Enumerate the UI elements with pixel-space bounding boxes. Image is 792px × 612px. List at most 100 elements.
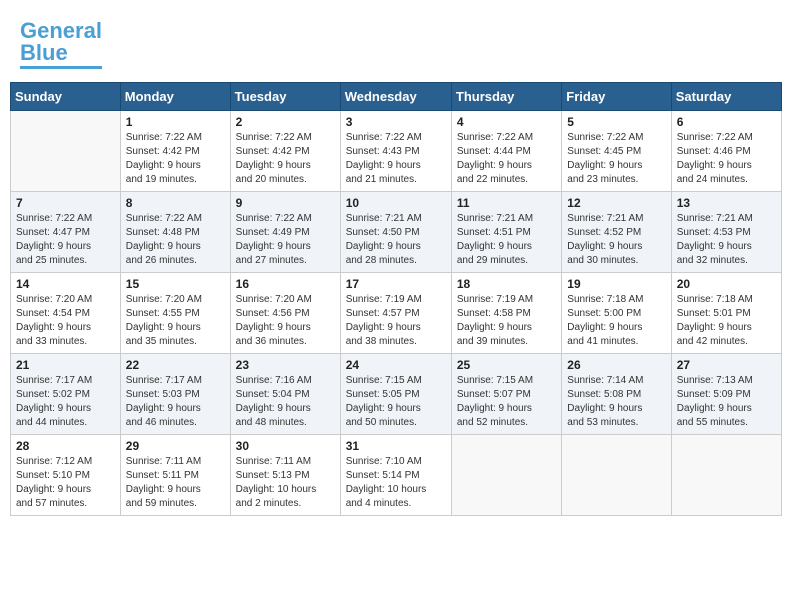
day-info: Sunrise: 7:22 AM Sunset: 4:46 PM Dayligh… [677,131,776,187]
day-info: Sunrise: 7:22 AM Sunset: 4:44 PM Dayligh… [457,131,556,187]
day-number: 27 [677,358,776,372]
day-info: Sunrise: 7:18 AM Sunset: 5:01 PM Dayligh… [677,293,776,349]
day-number: 8 [126,196,225,210]
calendar-cell: 23 Sunrise: 7:16 AM Sunset: 5:04 PM Dayli… [230,354,340,435]
day-info: Sunrise: 7:17 AM Sunset: 5:03 PM Dayligh… [126,374,225,430]
calendar-cell: 4 Sunrise: 7:22 AM Sunset: 4:44 PM Daylig… [451,111,561,192]
day-number: 11 [457,196,556,210]
day-info: Sunrise: 7:22 AM Sunset: 4:47 PM Dayligh… [16,212,115,268]
calendar-cell: 20 Sunrise: 7:18 AM Sunset: 5:01 PM Dayli… [671,273,781,354]
day-number: 21 [16,358,115,372]
day-number: 30 [236,439,335,453]
day-number: 15 [126,277,225,291]
day-info: Sunrise: 7:11 AM Sunset: 5:13 PM Dayligh… [236,455,335,511]
day-info: Sunrise: 7:13 AM Sunset: 5:09 PM Dayligh… [677,374,776,430]
day-info: Sunrise: 7:16 AM Sunset: 5:04 PM Dayligh… [236,374,335,430]
calendar-cell: 6 Sunrise: 7:22 AM Sunset: 4:46 PM Daylig… [671,111,781,192]
calendar-cell: 29Sunrise: 7:11 AM Sunset: 5:11 PM Dayli… [120,435,230,516]
day-info: Sunrise: 7:21 AM Sunset: 4:50 PM Dayligh… [346,212,446,268]
calendar-cell: 13 Sunrise: 7:21 AM Sunset: 4:53 PM Dayli… [671,192,781,273]
calendar-cell: 25Sunrise: 7:15 AM Sunset: 5:07 PM Dayli… [451,354,561,435]
calendar-cell: 1Sunrise: 7:22 AM Sunset: 4:42 PM Daylig… [120,111,230,192]
calendar-cell: 17 Sunrise: 7:19 AM Sunset: 4:57 PM Dayli… [340,273,451,354]
day-number: 2 [236,115,335,129]
day-number: 20 [677,277,776,291]
day-number: 1 [126,115,225,129]
calendar-cell: 12Sunrise: 7:21 AM Sunset: 4:52 PM Dayli… [562,192,671,273]
calendar-cell: 28Sunrise: 7:12 AM Sunset: 5:10 PM Dayli… [11,435,121,516]
weekday-header-friday: Friday [562,83,671,111]
day-info: Sunrise: 7:21 AM Sunset: 4:52 PM Dayligh… [567,212,665,268]
day-number: 25 [457,358,556,372]
day-info: Sunrise: 7:18 AM Sunset: 5:00 PM Dayligh… [567,293,665,349]
day-info: Sunrise: 7:22 AM Sunset: 4:43 PM Dayligh… [346,131,446,187]
day-number: 14 [16,277,115,291]
day-number: 26 [567,358,665,372]
calendar-cell: 16 Sunrise: 7:20 AM Sunset: 4:56 PM Dayli… [230,273,340,354]
week-row-1: 1 Sunrise: 7:22 AM Sunset: 4:42 PM Daylig… [11,111,782,192]
day-info: Sunrise: 7:12 AM Sunset: 5:10 PM Dayligh… [16,455,115,511]
day-info: Sunrise: 7:20 AM Sunset: 4:54 PM Dayligh… [16,293,115,349]
calendar-cell: 8Sunrise: 7:22 AM Sunset: 4:48 PM Daylig… [120,192,230,273]
day-info: Sunrise: 7:17 AM Sunset: 5:02 PM Dayligh… [16,374,115,430]
calendar-cell [451,435,561,516]
calendar-table: SundayMondayTuesdayWednesdayThursdayFrid… [10,82,782,516]
calendar-cell: 26 Sunrise: 7:14 AM Sunset: 5:08 PM Dayli… [562,354,671,435]
calendar-cell: 10 Sunrise: 7:21 AM Sunset: 4:50 PM Dayli… [340,192,451,273]
day-number: 7 [16,196,115,210]
day-number: 5 [567,115,665,129]
calendar-cell: 24Sunrise: 7:15 AM Sunset: 5:05 PM Dayli… [340,354,451,435]
day-number: 18 [457,277,556,291]
day-info: Sunrise: 7:21 AM Sunset: 4:53 PM Dayligh… [677,212,776,268]
day-info: Sunrise: 7:15 AM Sunset: 5:05 PM Dayligh… [346,374,446,430]
calendar-cell: 15 Sunrise: 7:20 AM Sunset: 4:55 PM Dayli… [120,273,230,354]
weekday-header-wednesday: Wednesday [340,83,451,111]
day-number: 4 [457,115,556,129]
week-row-2: 7 Sunrise: 7:22 AM Sunset: 4:47 PM Daylig… [11,192,782,273]
day-number: 17 [346,277,446,291]
week-row-4: 21 Sunrise: 7:17 AM Sunset: 5:02 PM Dayli… [11,354,782,435]
day-number: 16 [236,277,335,291]
calendar-cell: 30 Sunrise: 7:11 AM Sunset: 5:13 PM Dayli… [230,435,340,516]
day-number: 9 [236,196,335,210]
calendar-cell: 2 Sunrise: 7:22 AM Sunset: 4:42 PM Daylig… [230,111,340,192]
week-row-5: 28Sunrise: 7:12 AM Sunset: 5:10 PM Dayli… [11,435,782,516]
logo-underline [20,66,102,69]
day-info: Sunrise: 7:14 AM Sunset: 5:08 PM Dayligh… [567,374,665,430]
calendar-cell: 11 Sunrise: 7:21 AM Sunset: 4:51 PM Dayli… [451,192,561,273]
calendar-cell: 19 Sunrise: 7:18 AM Sunset: 5:00 PM Dayli… [562,273,671,354]
day-info: Sunrise: 7:22 AM Sunset: 4:45 PM Dayligh… [567,131,665,187]
week-row-3: 14 Sunrise: 7:20 AM Sunset: 4:54 PM Dayli… [11,273,782,354]
day-info: Sunrise: 7:22 AM Sunset: 4:49 PM Dayligh… [236,212,335,268]
day-info: Sunrise: 7:10 AM Sunset: 5:14 PM Dayligh… [346,455,446,511]
day-number: 6 [677,115,776,129]
day-number: 23 [236,358,335,372]
day-number: 3 [346,115,446,129]
day-number: 19 [567,277,665,291]
calendar-cell: 18 Sunrise: 7:19 AM Sunset: 4:58 PM Dayli… [451,273,561,354]
day-info: Sunrise: 7:20 AM Sunset: 4:55 PM Dayligh… [126,293,225,349]
logo-blue: Blue [20,40,68,65]
day-number: 31 [346,439,446,453]
day-number: 10 [346,196,446,210]
weekday-header-tuesday: Tuesday [230,83,340,111]
weekday-header-sunday: Sunday [11,83,121,111]
weekday-header-saturday: Saturday [671,83,781,111]
day-info: Sunrise: 7:20 AM Sunset: 4:56 PM Dayligh… [236,293,335,349]
day-info: Sunrise: 7:22 AM Sunset: 4:42 PM Dayligh… [236,131,335,187]
calendar-cell [671,435,781,516]
day-info: Sunrise: 7:19 AM Sunset: 4:57 PM Dayligh… [346,293,446,349]
calendar-cell: 3 Sunrise: 7:22 AM Sunset: 4:43 PM Daylig… [340,111,451,192]
day-number: 13 [677,196,776,210]
day-info: Sunrise: 7:19 AM Sunset: 4:58 PM Dayligh… [457,293,556,349]
calendar-cell: 31 Sunrise: 7:10 AM Sunset: 5:14 PM Dayli… [340,435,451,516]
calendar-cell [11,111,121,192]
calendar-cell: 27 Sunrise: 7:13 AM Sunset: 5:09 PM Dayli… [671,354,781,435]
calendar-cell: 22Sunrise: 7:17 AM Sunset: 5:03 PM Dayli… [120,354,230,435]
logo: General Blue [20,20,102,69]
day-info: Sunrise: 7:21 AM Sunset: 4:51 PM Dayligh… [457,212,556,268]
weekday-header-row: SundayMondayTuesdayWednesdayThursdayFrid… [11,83,782,111]
weekday-header-monday: Monday [120,83,230,111]
weekday-header-thursday: Thursday [451,83,561,111]
logo-text: General Blue [20,20,102,64]
